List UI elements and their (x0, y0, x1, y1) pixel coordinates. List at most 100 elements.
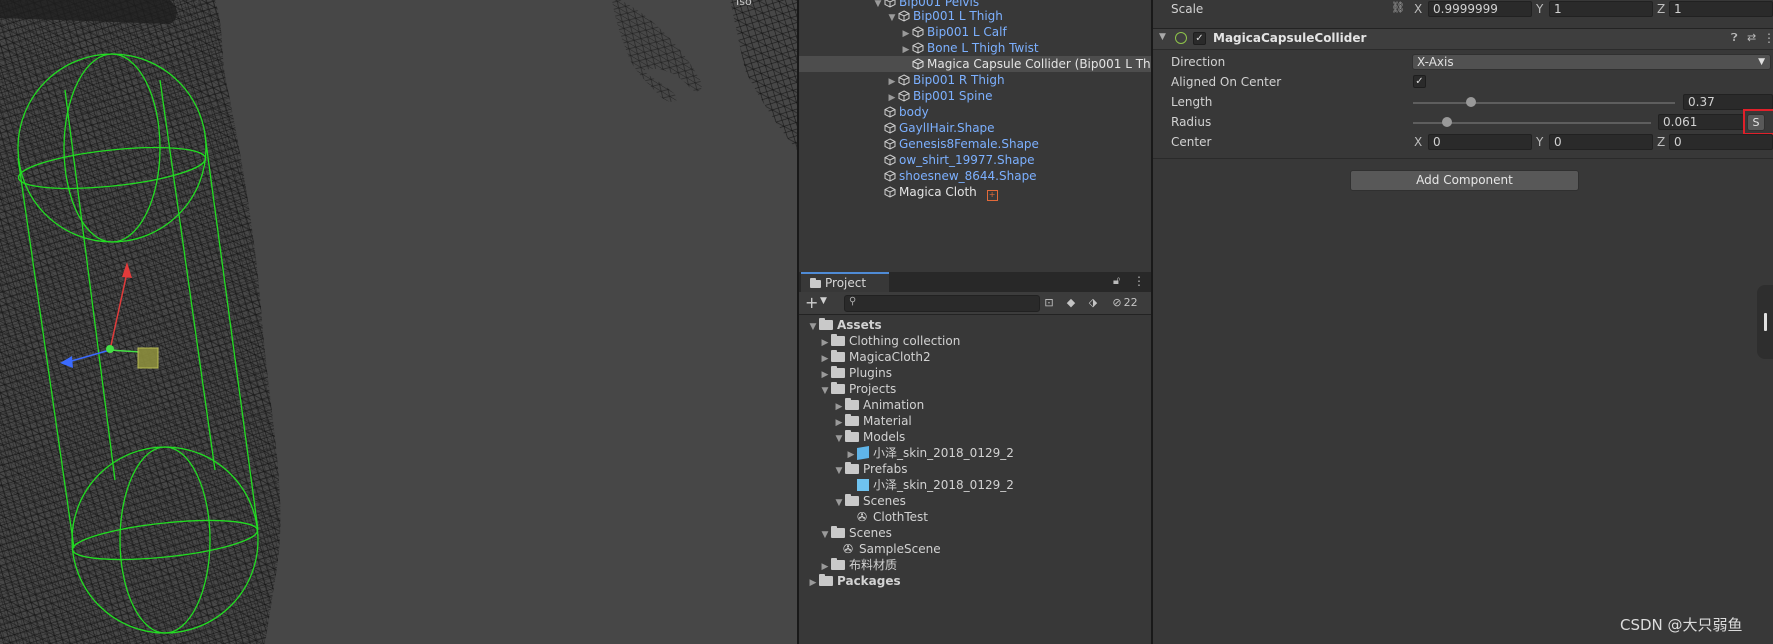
hierarchy-item[interactable]: ▶ Bip001 Spine (886, 88, 993, 104)
hierarchy-item-label: Bone L Thigh Twist (927, 41, 1039, 55)
tree-item[interactable]: ▼ Projects (819, 381, 896, 397)
lock-icon[interactable]: 🔓︎ (1113, 274, 1120, 288)
tree-item[interactable]: ▶ Clothing collection (819, 333, 960, 349)
component-enabled-checkbox[interactable]: ✓ (1193, 32, 1206, 45)
tree-item-label: Scenes (863, 494, 906, 508)
hidden-packages-toggle[interactable]: ⊘ 22 (1105, 295, 1145, 311)
center-z-field[interactable]: 0 (1669, 134, 1773, 150)
kebab-menu-icon[interactable]: ⋮ (1133, 274, 1145, 288)
scale-y-field[interactable]: 1 (1549, 1, 1653, 17)
tree-item-label: Animation (863, 398, 925, 412)
scroll-handle[interactable] (1757, 285, 1773, 359)
tree-item[interactable]: ✇ SampleScene (843, 541, 941, 557)
expand-arrow-icon[interactable]: ▼ (807, 319, 819, 335)
scale-x-field[interactable]: 0.9999999 (1428, 1, 1532, 17)
inspector-panel: Scale ⛓ X 0.9999999 Y 1 Z 1 ▼ ✓ MagicaCa… (1153, 0, 1773, 644)
constrain-proportions-icon[interactable]: ⛓ (1391, 1, 1405, 14)
warning-icon: + (986, 190, 998, 201)
component-title: MagicaCapsuleCollider (1213, 31, 1367, 45)
folder-open-icon (845, 462, 859, 474)
view-mode-label[interactable]: Iso (736, 0, 752, 8)
collider-gameobject-icon (912, 58, 924, 70)
foldout-arrow-icon[interactable]: ▼ (1159, 32, 1166, 42)
hierarchy-item-selected[interactable]: Magica Capsule Collider (Bip001 L Thigh (799, 56, 1151, 72)
tree-item[interactable]: 小泽_skin_2018_0129_2 (857, 477, 1014, 493)
expand-arrow-icon[interactable]: ▼ (819, 527, 831, 543)
hierarchy-item[interactable]: GaylIHair.Shape (872, 120, 995, 136)
direction-label: Direction (1171, 55, 1226, 69)
center-x-field[interactable]: 0 (1428, 134, 1532, 150)
search-icon: ⚲ (849, 296, 857, 307)
help-icon[interactable]: ❓︎ (1731, 31, 1738, 45)
tab-project[interactable]: Project (801, 272, 889, 292)
watermark-text: CSDN @大只弱鱼 (1620, 616, 1743, 634)
expand-arrow-icon[interactable]: ▶ (807, 575, 819, 591)
hierarchy-item[interactable]: ▼ Bip001 L Thigh (886, 8, 1003, 24)
aligned-on-center-label: Aligned On Center (1171, 75, 1282, 89)
length-slider-track[interactable] (1413, 102, 1675, 104)
tree-item-label: Prefabs (863, 462, 908, 476)
hierarchy-item[interactable]: Magica Cloth + (872, 184, 998, 201)
axis-z-label: Z (1657, 2, 1666, 16)
tree-item[interactable]: ▶ Material (833, 413, 912, 429)
hierarchy-item[interactable]: ▶ Bip001 L Calf (900, 24, 1007, 40)
hierarchy-item[interactable]: ow_shirt_19977.Shape (872, 152, 1035, 168)
expand-arrow-icon[interactable]: ▼ (833, 431, 845, 447)
expand-arrow-icon[interactable]: ▼ (833, 463, 845, 479)
radius-slider-knob[interactable] (1442, 117, 1452, 127)
length-slider-knob[interactable] (1466, 97, 1476, 107)
tree-item[interactable]: ▼ Prefabs (833, 461, 908, 477)
length-field[interactable]: 0.37 (1683, 94, 1773, 110)
kebab-menu-icon[interactable]: ⋮ (1763, 31, 1773, 45)
tree-item[interactable]: ▶ 布料材质 (819, 557, 897, 573)
hierarchy-item-label: Genesis8Female.Shape (899, 137, 1039, 151)
tree-item[interactable]: ▼ Assets (807, 317, 882, 333)
direction-dropdown[interactable]: X-Axis ▼ (1412, 54, 1771, 70)
section-divider (1153, 158, 1773, 159)
scene-view[interactable]: Iso (0, 0, 797, 644)
expand-arrow-icon[interactable]: ▼ (833, 495, 845, 511)
project-tabbar: Project 🔓︎ ⋮ (799, 272, 1151, 292)
center-y-field[interactable]: 0 (1549, 134, 1653, 150)
hierarchy-item[interactable]: ▶ Bip001 R Thigh (886, 72, 1005, 88)
tree-item[interactable]: ▼ Models (833, 429, 905, 445)
scale-z-field[interactable]: 1 (1669, 1, 1773, 17)
hierarchy-item[interactable]: body (872, 104, 929, 120)
folder-icon (831, 558, 845, 570)
component-header[interactable]: ▼ ✓ MagicaCapsuleCollider ❓︎ ⇄ ⋮ (1153, 28, 1773, 50)
chevron-down-icon[interactable]: ▼ (820, 296, 827, 306)
tree-item[interactable]: ▶ Plugins (819, 365, 892, 381)
gameobject-icon (912, 42, 924, 54)
wireframe-viewport (0, 0, 797, 644)
add-component-button[interactable]: Add Component (1350, 170, 1579, 191)
tree-item[interactable]: ▶ Packages (807, 573, 901, 589)
search-input[interactable]: ⚲ (844, 295, 1040, 312)
preset-icon[interactable]: ⇄ (1747, 31, 1756, 44)
tag-icon[interactable]: ⬗ (1083, 295, 1103, 311)
tree-item[interactable]: ✇ ClothTest (857, 509, 928, 525)
hidden-count: 22 (1123, 296, 1138, 309)
tree-item[interactable]: ▼ Scenes (833, 493, 906, 509)
search-by-type-icon[interactable]: ⊡ (1039, 295, 1059, 311)
tree-item-label: 小泽_skin_2018_0129_2 (873, 478, 1014, 492)
filter-by-label-icon[interactable]: ◆ (1061, 295, 1081, 311)
tree-item-label: Plugins (849, 366, 892, 380)
expand-arrow-icon[interactable]: ▼ (886, 10, 898, 26)
hierarchy-item[interactable]: ▶ Bone L Thigh Twist (900, 40, 1039, 56)
tree-item[interactable]: ▶ 小泽_skin_2018_0129_2 (845, 445, 1014, 461)
hierarchy-item-label: Magica Capsule Collider (Bip001 L Thigh (927, 57, 1151, 71)
create-plus-icon[interactable]: + (805, 293, 818, 312)
gameobject-icon (912, 26, 924, 38)
radius-field[interactable]: 0.061 (1658, 114, 1744, 130)
aligned-on-center-checkbox[interactable]: ✓ (1413, 75, 1426, 88)
folder-icon (831, 350, 845, 362)
expand-arrow-icon[interactable]: ▼ (819, 383, 831, 399)
expand-arrow-icon[interactable]: ▼ (872, 0, 884, 12)
tree-item[interactable]: ▶ MagicaCloth2 (819, 349, 931, 365)
tree-item-label: Assets (837, 318, 882, 332)
tree-item[interactable]: ▶ Animation (833, 397, 924, 413)
tree-item[interactable]: ▼ Scenes (819, 525, 892, 541)
scale-label: Scale (1171, 2, 1204, 16)
hierarchy-item[interactable]: shoesnew_8644.Shape (872, 168, 1037, 184)
hierarchy-item[interactable]: Genesis8Female.Shape (872, 136, 1039, 152)
